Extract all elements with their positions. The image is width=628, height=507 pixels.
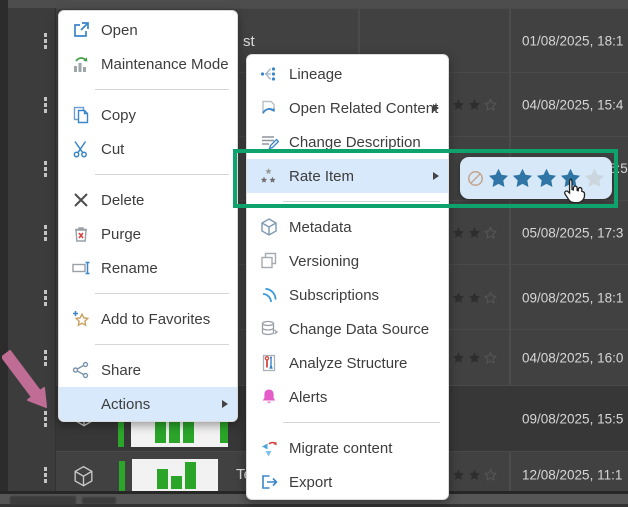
star-outline-icon	[484, 227, 497, 240]
menu-item-maintenance-mode[interactable]: Maintenance Mode	[59, 47, 237, 81]
row-date: 04/08/2025, 16:0	[522, 351, 623, 366]
star-icon	[468, 291, 481, 304]
star-icon	[468, 469, 481, 482]
metadata-icon	[259, 217, 279, 237]
lineage-icon	[259, 64, 279, 84]
analyze-structure-icon	[259, 353, 279, 373]
star-icon	[468, 352, 481, 365]
menu-separator	[59, 81, 237, 98]
star-icon	[452, 227, 465, 240]
menu-item-change-data-source[interactable]: Change Data Source	[247, 312, 448, 346]
report-thumbnail	[132, 459, 218, 493]
rename-icon	[71, 258, 91, 278]
favorites-star-icon	[71, 309, 91, 329]
row-name-fragment: st	[243, 33, 255, 50]
star-outline-icon	[484, 99, 497, 112]
menu-separator	[59, 336, 237, 353]
cursor-hand-icon	[560, 176, 588, 204]
menu-item-migrate-content[interactable]: Migrate content	[247, 431, 448, 465]
row-date: 01/08/2025, 18:1	[522, 34, 623, 49]
blank-icon-space	[71, 394, 91, 414]
row-more-menu-icon[interactable]	[43, 466, 48, 484]
menu-item-versioning[interactable]: Versioning	[247, 244, 448, 278]
menu-item-metadata[interactable]: Metadata	[247, 210, 448, 244]
menu-item-add-to-favorites[interactable]: Add to Favorites	[59, 302, 237, 336]
row-more-menu-icon[interactable]	[43, 160, 48, 178]
menu-item-purge[interactable]: Purge	[59, 217, 237, 251]
menu-separator	[59, 166, 237, 183]
export-icon	[259, 472, 279, 492]
menu-item-delete[interactable]: Delete	[59, 183, 237, 217]
row-rating-stars	[452, 227, 497, 240]
menu-item-open[interactable]: Open	[59, 13, 237, 47]
star-icon	[452, 352, 465, 365]
maintenance-mode-icon	[71, 54, 91, 74]
row-more-menu-icon[interactable]	[43, 289, 48, 307]
menu-separator	[247, 414, 448, 431]
menu-item-cut[interactable]: Cut	[59, 132, 237, 166]
cut-icon	[71, 139, 91, 159]
annotation-arrow	[2, 350, 58, 412]
menu-item-copy[interactable]: Copy	[59, 98, 237, 132]
menu-item-actions[interactable]: Actions	[59, 387, 237, 421]
alerts-icon	[259, 387, 279, 407]
row-rating-stars	[452, 99, 497, 112]
star-icon	[468, 99, 481, 112]
app-canvas: 01/08/2025, 18:1 st 04/08/2025, 15:4 05/…	[0, 0, 628, 507]
row-rating-stars	[452, 291, 497, 304]
star-outline-icon	[484, 291, 497, 304]
subscriptions-icon	[259, 285, 279, 305]
row-more-menu-icon[interactable]	[43, 410, 48, 428]
row-more-menu-icon[interactable]	[43, 224, 48, 242]
row-date: 09/08/2025, 18:1	[522, 290, 623, 305]
row-date: 12/08/2025, 11:1	[522, 468, 622, 483]
row-date: 09/08/2025, 15:5	[522, 412, 623, 427]
menu-item-share[interactable]: Share	[59, 353, 237, 387]
star-outline-icon	[484, 469, 497, 482]
change-data-source-icon	[259, 319, 279, 339]
context-menu: Open Maintenance Mode Copy Cut Delete Pu…	[58, 10, 238, 422]
row-more-menu-icon[interactable]	[43, 32, 48, 50]
open-related-content-icon	[259, 98, 279, 118]
star-icon	[468, 227, 481, 240]
menu-item-rename[interactable]: Rename	[59, 251, 237, 285]
row-date: 04/08/2025, 15:4	[522, 98, 623, 113]
item-accent-bar	[119, 461, 125, 493]
menu-separator	[59, 285, 237, 302]
table-top-strip	[8, 0, 628, 8]
row-rating-stars	[452, 469, 497, 482]
cube-icon	[71, 464, 96, 489]
left-rail	[0, 0, 8, 507]
purge-icon	[71, 224, 91, 244]
migrate-content-icon	[259, 438, 279, 458]
versioning-icon	[259, 251, 279, 271]
submenu-caret-icon	[433, 104, 439, 112]
menu-item-open-related-content[interactable]: Open Related Content	[247, 91, 448, 125]
clipped-text-smudge	[10, 496, 76, 505]
star-outline-icon	[484, 352, 497, 365]
star-icon	[452, 99, 465, 112]
star-icon	[452, 469, 465, 482]
menu-item-export[interactable]: Export	[247, 465, 448, 499]
row-more-menu-icon[interactable]	[43, 96, 48, 114]
actions-submenu: Lineage Open Related Content Change Desc…	[246, 54, 449, 500]
menu-item-lineage[interactable]: Lineage	[247, 57, 448, 91]
row-date: 05/08/2025, 17:3	[522, 226, 623, 241]
clipped-text-smudge	[82, 497, 116, 504]
share-icon	[71, 360, 91, 380]
submenu-caret-icon	[222, 400, 228, 408]
copy-icon	[71, 105, 91, 125]
menu-item-alerts[interactable]: Alerts	[247, 380, 448, 414]
menu-item-subscriptions[interactable]: Subscriptions	[247, 278, 448, 312]
row-rating-stars	[452, 352, 497, 365]
star-icon	[452, 291, 465, 304]
open-icon	[71, 20, 91, 40]
menu-item-analyze-structure[interactable]: Analyze Structure	[247, 346, 448, 380]
delete-icon	[71, 190, 91, 210]
